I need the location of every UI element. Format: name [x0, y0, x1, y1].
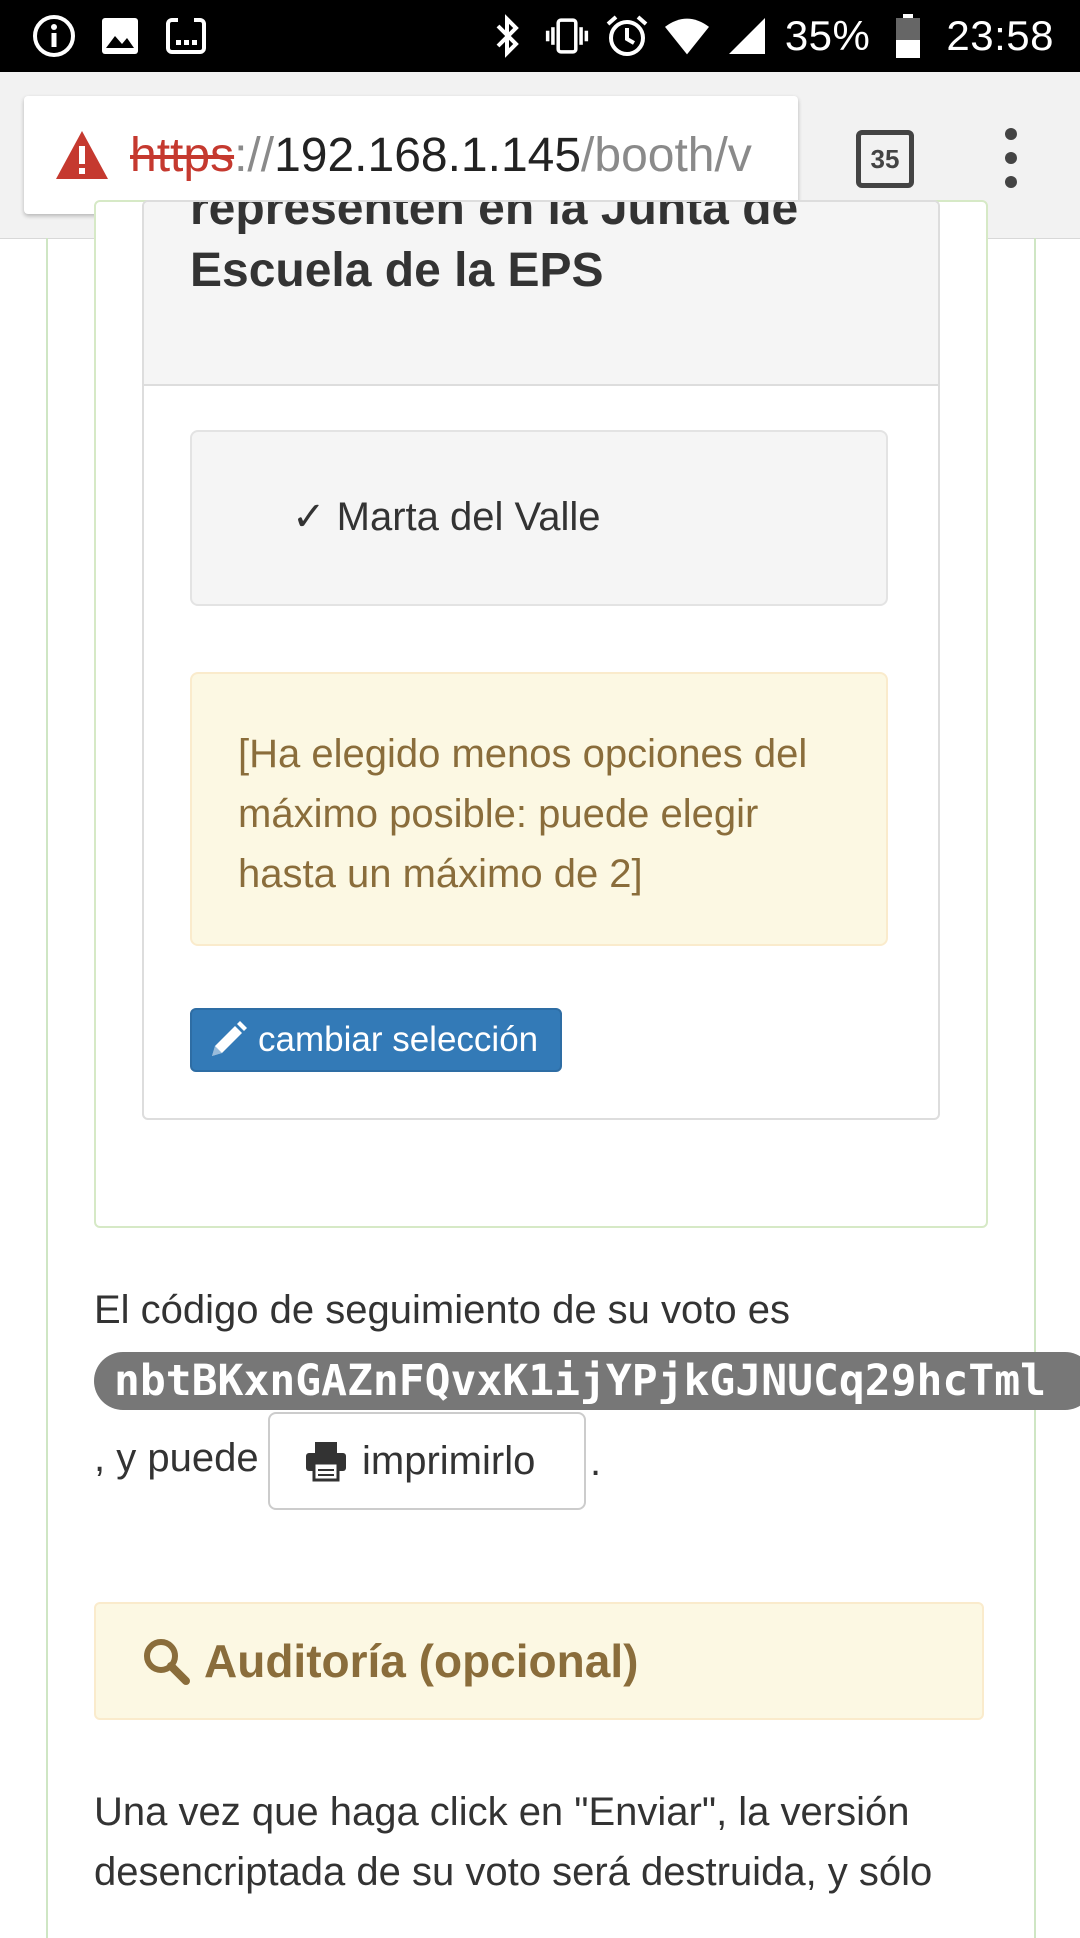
selected-choice-well: ✓ Marta del Valle — [190, 430, 888, 606]
submit-explanation-text: Una vez que haga click en "Enviar", la v… — [94, 1790, 933, 1894]
question-title: representen en la Junta de Escuela de la… — [190, 200, 799, 297]
url-separator: :// — [234, 128, 275, 182]
warning-text: [Ha elegido menos opciones del máximo po… — [238, 732, 808, 896]
audit-title: Auditoría (opcional) — [204, 1635, 639, 1687]
battery-icon — [886, 14, 930, 58]
print-button[interactable]: imprimirlo — [268, 1412, 586, 1510]
change-selection-button[interactable]: cambiar selección — [190, 1008, 562, 1072]
url-scheme: https — [130, 128, 235, 182]
print-icon — [304, 1439, 348, 1483]
signal-icon — [725, 14, 769, 58]
bluetooth-icon — [485, 14, 529, 58]
url-path: /booth/v — [581, 128, 752, 182]
wifi-icon — [664, 14, 709, 58]
check-icon: ✓ — [292, 495, 326, 539]
overflow-menu-icon[interactable] — [996, 128, 1026, 188]
choice-label: Marta del Valle — [336, 495, 601, 539]
warning-alert: [Ha elegido menos opciones del máximo po… — [190, 672, 888, 946]
tab-switcher-button[interactable]: 35 — [856, 130, 914, 188]
clock: 23:58 — [946, 12, 1054, 59]
url-text[interactable]: https://192.168.1.145/booth/v — [130, 128, 752, 183]
question-panel-heading: representen en la Junta de Escuela de la… — [144, 202, 938, 386]
question-panel: representen en la Junta de Escuela de la… — [142, 200, 940, 1120]
warning-icon[interactable] — [54, 129, 110, 181]
alarm-icon — [605, 14, 649, 58]
change-selection-label: cambiar selección — [258, 1020, 539, 1059]
address-bar[interactable]: https://192.168.1.145/booth/v — [24, 96, 798, 214]
info-icon — [32, 14, 76, 58]
status-bar: 35% 23:58 — [0, 0, 1080, 72]
tracking-puede-text: , y puede — [94, 1436, 259, 1480]
screenshot-icon — [164, 14, 208, 58]
print-label: imprimirlo — [362, 1438, 536, 1483]
status-right: 35% 23:58 — [485, 12, 1054, 60]
search-icon — [142, 1637, 190, 1685]
tracking-period: . — [590, 1440, 602, 1484]
audit-panel[interactable]: Auditoría (opcional) — [94, 1602, 984, 1720]
tracking-code-badge: nbtBKxnGAZnFQvxK1ijYPjkGJNUCq29hcTml — [94, 1352, 1080, 1410]
image-icon — [98, 14, 142, 58]
selected-choice: ✓ Marta del Valle — [292, 494, 600, 540]
vibrate-icon — [545, 14, 589, 58]
battery-percent: 35% — [784, 12, 871, 59]
url-host: 192.168.1.145 — [274, 128, 582, 182]
status-left-icons — [32, 14, 208, 58]
tracking-intro: El código de seguimiento de su voto es — [94, 1288, 790, 1332]
pencil-icon — [208, 1020, 248, 1060]
